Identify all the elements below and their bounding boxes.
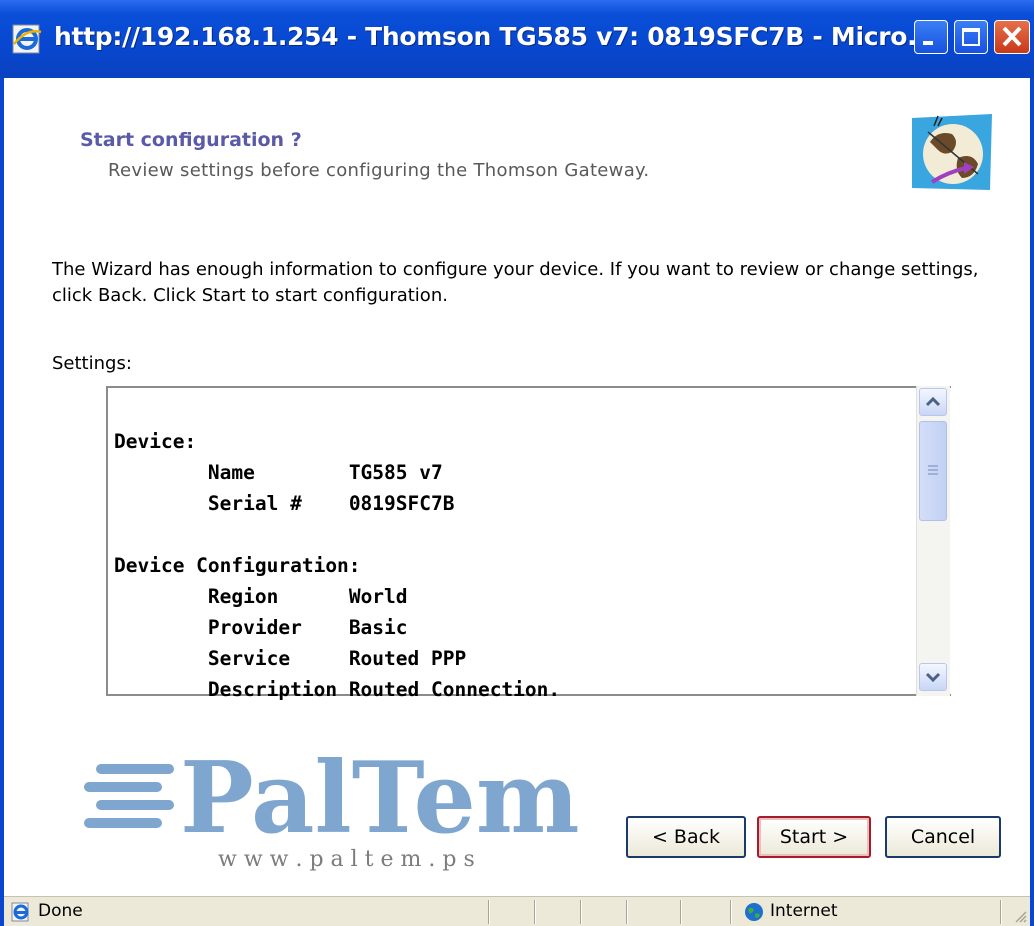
- title-bar[interactable]: http://192.168.1.254 - Thomson TG585 v7:…: [0, 0, 1034, 78]
- close-icon: [1002, 26, 1022, 47]
- cancel-button[interactable]: Cancel: [885, 816, 1001, 858]
- status-bar: Done Internet: [4, 896, 1030, 926]
- grip-icon: [928, 465, 938, 475]
- close-button[interactable]: [994, 20, 1030, 54]
- scroll-thumb[interactable]: [919, 421, 947, 521]
- resize-grip-icon[interactable]: [1012, 908, 1028, 924]
- watermark-brand: PalTem: [180, 752, 580, 856]
- intro-text: The Wizard has enough information to con…: [52, 259, 979, 306]
- config-provider-key: Provider: [207, 616, 302, 639]
- config-region-key: Region: [207, 585, 279, 608]
- config-provider-value: Basic: [348, 616, 408, 639]
- device-header: Device:: [114, 430, 197, 453]
- scroll-down-button[interactable]: [919, 663, 947, 691]
- status-divider: [580, 900, 581, 924]
- config-region-value: World: [348, 585, 408, 608]
- maximize-button[interactable]: [954, 20, 988, 54]
- scroll-up-button[interactable]: [919, 388, 947, 416]
- config-description-key: Description: [207, 678, 338, 701]
- config-description-value: Routed Connection.: [348, 678, 561, 701]
- back-button[interactable]: < Back: [626, 816, 746, 858]
- maximize-icon: [962, 28, 980, 46]
- config-header: Device Configuration:: [114, 554, 361, 577]
- config-service-value: Routed PPP: [348, 647, 467, 670]
- window-title: http://192.168.1.254 - Thomson TG585 v7:…: [54, 22, 935, 51]
- page-subtitle: Review settings before configuring the T…: [108, 160, 650, 181]
- config-service-key: Service: [207, 647, 291, 670]
- device-name-key: Name: [207, 461, 255, 484]
- status-divider: [730, 900, 731, 924]
- start-button[interactable]: Start >: [757, 816, 871, 858]
- chevron-down-icon: [925, 672, 941, 683]
- status-divider: [488, 900, 489, 924]
- watermark-url: w w w . p a l t e m . p s: [218, 847, 475, 872]
- status-divider: [534, 900, 535, 924]
- chevron-up-icon: [925, 396, 941, 407]
- ie-page-icon: [12, 24, 42, 54]
- status-divider: [1000, 900, 1001, 924]
- globe-icon: [912, 114, 992, 190]
- status-divider: [626, 900, 627, 924]
- status-divider: [680, 900, 681, 924]
- settings-scrollbar[interactable]: [916, 386, 950, 696]
- device-serial-value: 0819SFC7B: [348, 492, 455, 515]
- minimize-button[interactable]: [914, 20, 948, 54]
- device-serial-key: Serial #: [207, 492, 302, 515]
- security-zone-label: Internet: [770, 901, 838, 921]
- page-title: Start configuration ?: [80, 129, 302, 151]
- ie-page-icon: [11, 902, 29, 922]
- paltem-logo-icon: [84, 764, 174, 828]
- device-name-value: TG585 v7: [348, 461, 443, 484]
- settings-label: Settings:: [52, 353, 132, 374]
- paltem-watermark: PalTem w w w . p a l t e m . p s: [84, 752, 580, 872]
- status-text: Done: [38, 901, 83, 921]
- minimize-icon: [923, 41, 933, 45]
- settings-content: Device: Name TG585 v7 Serial # 0819SFC7B…: [114, 426, 560, 705]
- settings-textarea[interactable]: Device: Name TG585 v7 Serial # 0819SFC7B…: [106, 386, 951, 701]
- internet-zone-icon: [745, 903, 763, 921]
